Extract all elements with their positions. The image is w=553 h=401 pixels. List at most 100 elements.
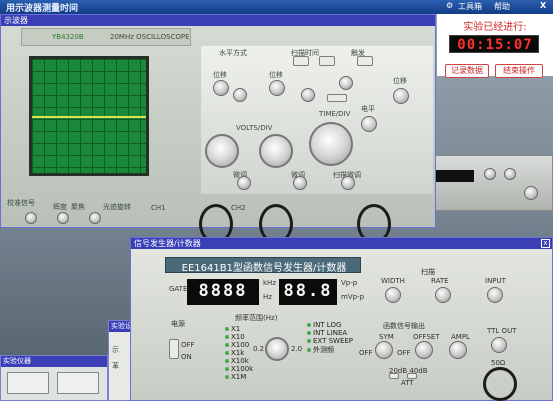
close-icon[interactable]: x <box>541 239 550 248</box>
range-x100[interactable]: X100 <box>225 341 253 349</box>
mode-knob[interactable] <box>233 88 247 102</box>
sweep-mode-knob[interactable] <box>339 76 353 90</box>
sym-knob[interactable] <box>375 341 393 359</box>
ch2-volts-div-knob[interactable] <box>259 134 293 168</box>
ch2-connector-label: CH2 <box>231 204 246 212</box>
generator-title: EE1641B1型函数信号发生器/计数器 <box>181 263 347 274</box>
record-data-button[interactable]: 记录数据 <box>445 64 489 78</box>
mvpp-unit: mVp-p <box>341 293 365 301</box>
width-knob[interactable] <box>385 287 401 303</box>
tools-icon[interactable]: ⚙ <box>446 1 453 10</box>
sweep-section-label: 扫描 <box>421 268 435 276</box>
rate-label: RATE <box>431 277 449 285</box>
trace-line <box>32 116 146 118</box>
sweep-mode-ext-freq[interactable]: 外测频 <box>307 345 353 355</box>
range-x10[interactable]: X10 <box>225 333 253 341</box>
ch1-connector-label: CH1 <box>151 204 166 212</box>
level-label: 电平 <box>361 105 375 113</box>
offset-knob[interactable] <box>415 341 433 359</box>
sym-label: SYM <box>379 333 394 341</box>
ch2-position-knob[interactable] <box>269 80 285 96</box>
settings-line-2: 革 <box>112 362 119 370</box>
elapsed-label: 实验已经进行: <box>463 22 527 33</box>
att-20db-button[interactable] <box>389 373 399 379</box>
range-x1m[interactable]: X1M <box>225 373 253 381</box>
sweep-fine-knob[interactable] <box>341 176 355 190</box>
ampl-knob[interactable] <box>449 341 467 359</box>
vpp-unit: Vp-p <box>341 279 358 287</box>
close-button[interactable]: X <box>540 1 546 10</box>
model-label: 20MHz OSCILLOSCOPE <box>110 33 190 41</box>
help-button[interactable]: 帮助 <box>494 1 510 12</box>
focus-knob[interactable] <box>89 212 101 224</box>
width-label: WIDTH <box>381 277 405 285</box>
range-list: X1 X10 X100 X1k X10k X100k X1M <box>225 325 253 381</box>
ext-trigger-button[interactable] <box>327 94 347 102</box>
frequency-knob[interactable] <box>265 337 289 361</box>
range-x1k[interactable]: X1k <box>225 349 253 357</box>
instruments-window: 实验仪器 <box>0 355 108 401</box>
instruments-title: 实验仪器 <box>1 356 107 367</box>
ttl-out-connector[interactable] <box>491 337 507 353</box>
function-output-label: 函数信号输出 <box>383 322 425 330</box>
sweep-button[interactable] <box>293 56 309 66</box>
att-label: ATT <box>401 379 414 387</box>
ch1-position-knob[interactable] <box>213 80 229 96</box>
time-div-knob[interactable] <box>309 122 353 166</box>
trace-rotation-label: 光迹旋转 <box>103 203 131 211</box>
range-x1[interactable]: X1 <box>225 325 253 333</box>
signal-generator-window-title: 信号发生器/计数器 <box>131 238 552 249</box>
horizontal-mode-label: 水平方式 <box>219 49 247 57</box>
intensity-label: 辉度 <box>53 203 67 211</box>
sweep-button-2[interactable] <box>319 56 335 66</box>
horizontal-position-knob[interactable] <box>393 88 409 104</box>
volts-div-label: VOLTS/DIV <box>236 124 273 132</box>
hz-unit: Hz <box>263 293 272 301</box>
fine-knob-1[interactable] <box>237 176 251 190</box>
sweep-mode-int-log[interactable]: INT LOG <box>307 321 353 329</box>
ampl-label: AMPL <box>451 333 470 341</box>
signal-generator-window: 信号发生器/计数器 x EE1641B1型函数信号发生器/计数器 GATE 88… <box>130 237 553 401</box>
power-on-label: ON <box>181 353 192 361</box>
signal-generator-device[interactable] <box>433 155 553 211</box>
trigger-button[interactable] <box>357 56 373 66</box>
device-display <box>436 170 474 182</box>
device-knob <box>484 168 496 180</box>
brand-label: YB4320B <box>52 33 84 41</box>
output-cable[interactable] <box>483 367 517 401</box>
offset-label: OFFSET <box>413 333 440 341</box>
input-connector[interactable] <box>487 287 503 303</box>
instrument-thumbnail-1[interactable] <box>7 372 49 394</box>
intensity-knob[interactable] <box>57 212 69 224</box>
gate-label: GATE <box>169 285 188 293</box>
rate-knob[interactable] <box>435 287 451 303</box>
app-titlebar: 用示波器测量时间 ⚙ 工具箱 帮助 X <box>0 0 553 14</box>
khz-unit: kHz <box>263 279 276 287</box>
fine-knob-2[interactable] <box>293 176 307 190</box>
toolbox-button[interactable]: 工具箱 <box>458 1 482 12</box>
sweep-mode-int-linea[interactable]: INT LINEA <box>307 329 353 337</box>
time-div-label: TIME/DIV <box>319 110 351 118</box>
oscilloscope-panel: YB4320B 20MHz OSCILLOSCOPE 水平方式 扫描时间 触发 … <box>1 26 435 244</box>
mode-knob-2[interactable] <box>301 88 315 102</box>
app-title: 用示波器测量时间 <box>6 4 79 14</box>
output-impedance-label: 50Ω <box>491 359 506 367</box>
instrument-thumbnail-2[interactable] <box>57 372 99 394</box>
finish-button[interactable]: 结束操作 <box>495 64 543 78</box>
ch1-volts-div-knob[interactable] <box>205 134 239 168</box>
power-switch[interactable] <box>25 212 37 224</box>
oscilloscope-window: 示波器 YB4320B 20MHz OSCILLOSCOPE 水平方式 扫描时间… <box>0 14 436 244</box>
input-label: INPUT <box>485 277 506 285</box>
offset-off-label: OFF <box>397 349 411 357</box>
scale-min: 0.2 <box>253 345 265 353</box>
range-x100k[interactable]: X100k <box>225 365 253 373</box>
range-x10k[interactable]: X10k <box>225 357 253 365</box>
oscilloscope-screen <box>29 56 149 176</box>
trigger-level-knob[interactable] <box>361 116 377 132</box>
power-switch[interactable] <box>169 339 179 359</box>
device-knob <box>504 168 516 180</box>
power-off-label: OFF <box>181 341 195 349</box>
att-40db-button[interactable] <box>407 373 417 379</box>
sweep-mode-ext[interactable]: EXT SWEEP <box>307 337 353 345</box>
sym-off-label: OFF <box>359 349 373 357</box>
